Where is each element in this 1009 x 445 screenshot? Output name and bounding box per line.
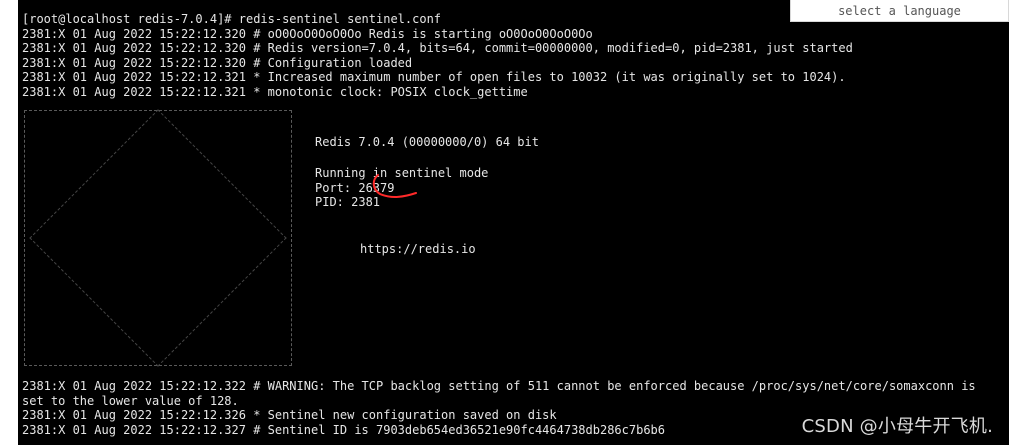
left-page-strip xyxy=(0,0,18,445)
terminal-window[interactable]: [root@localhost redis-7.0.4]# redis-sent… xyxy=(18,0,1009,445)
redis-ascii-logo xyxy=(24,109,292,367)
log-line: 2381:X 01 Aug 2022 15:22:12.327 # Sentin… xyxy=(22,422,665,437)
log-line: 2381:X 01 Aug 2022 15:22:12.322 # WARNIN… xyxy=(22,379,976,393)
language-selector[interactable]: select a language xyxy=(790,0,1009,22)
log-line: set to the lower value of 128. xyxy=(22,393,239,408)
banner-pid-line: PID: 2381 xyxy=(315,195,381,210)
redis-ascii-logo-shape xyxy=(29,109,287,367)
banner-url: https://redis.io xyxy=(360,242,476,256)
log-line: 2381:X 01 Aug 2022 15:22:12.326 * Sentin… xyxy=(22,408,557,423)
csdn-watermark: CSDN @小母牛开飞机. xyxy=(801,416,993,438)
banner-port-line: Port: 26379 xyxy=(315,180,395,195)
language-selector-label: select a language xyxy=(838,3,961,18)
banner-mode-line: Running in sentinel mode xyxy=(315,166,489,180)
banner-version-line: Redis 7.0.4 (00000000/0) 64 bit xyxy=(315,135,539,149)
